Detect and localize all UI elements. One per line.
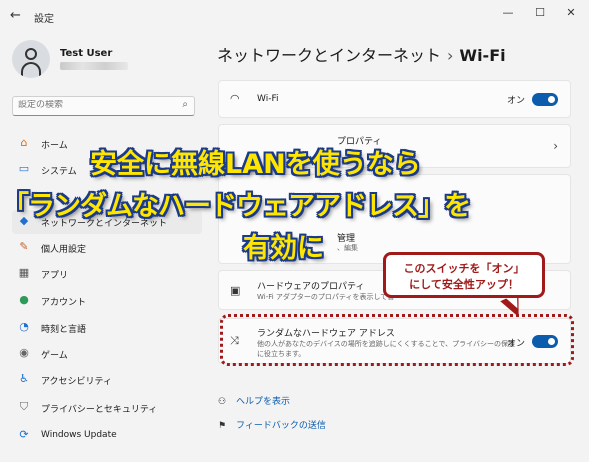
hardware-properties-title: ハードウェアのプロパティ [257, 282, 365, 292]
wifi-icon: ◠ [230, 92, 240, 105]
user-name: Test User [60, 48, 113, 59]
update-icon: ⟳ [19, 428, 29, 441]
hardware-properties-subtitle: Wi-Fi アダプターのプロパティを表示して管 [257, 293, 395, 301]
sidebar-item-apps[interactable]: ▦ アプリ [12, 262, 202, 286]
headline-line3: 有効に [243, 233, 324, 264]
shield-icon: ⛉ [19, 400, 29, 413]
headline-line1: 安全に無線LANを使うなら [90, 149, 421, 180]
accessibility-icon: ♿ [19, 372, 29, 385]
breadcrumb-separator: › [447, 46, 454, 65]
sidebar-item-label: アプリ [41, 271, 69, 281]
sidebar-item-accounts[interactable]: ● アカウント [12, 289, 202, 313]
sidebar-item-label: 個人用設定 [41, 245, 87, 255]
sidebar-item-personalization[interactable]: ✎ 個人用設定 [12, 236, 202, 260]
sidebar-item-privacy-security[interactable]: ⛉ プライバシーとセキュリティ [12, 396, 202, 420]
sidebar-item-windows-update[interactable]: ⟳ Windows Update [12, 424, 202, 448]
wifi-state-label: オン [506, 96, 525, 106]
wifi-toggle-card[interactable]: ◠ Wi-Fi オン [218, 80, 571, 118]
breadcrumb: ネットワークとインターネット › Wi-Fi [217, 42, 506, 66]
system-icon: ▭ [18, 162, 30, 175]
callout-line1: このスイッチを「オン」 [403, 262, 525, 275]
help-link[interactable]: ⚇ ヘルプを表示 [218, 394, 290, 407]
maximize-button[interactable]: ☐ [530, 6, 550, 19]
breadcrumb-parent[interactable]: ネットワークとインターネット [217, 46, 441, 65]
sidebar-item-label: アクセシビリティ [41, 377, 113, 387]
avatar-body-shape [21, 62, 41, 76]
sidebar-item-label: システム [41, 167, 77, 177]
headline-line2: 「ランダムなハードウェアアドレス」を [2, 191, 471, 222]
feedback-link-label: フィードバックの送信 [236, 421, 326, 431]
game-icon: ◉ [19, 346, 29, 359]
close-button[interactable]: ✕ [561, 6, 581, 19]
sidebar-item-label: Windows Update [41, 430, 117, 440]
search-input[interactable] [18, 100, 168, 110]
sidebar-item-label: ゲーム [41, 351, 68, 361]
sidebar-item-gaming[interactable]: ◉ ゲーム [12, 342, 202, 366]
minimize-button[interactable]: — [498, 6, 518, 19]
sidebar-item-time-language[interactable]: ◔ 時刻と言語 [12, 316, 202, 340]
back-arrow-icon[interactable]: ← [10, 8, 21, 23]
avatar[interactable] [12, 40, 50, 78]
wifi-title: Wi-Fi [257, 94, 279, 104]
help-link-label: ヘルプを表示 [236, 397, 291, 407]
user-email-redacted [60, 62, 128, 70]
apps-icon: ▦ [18, 266, 30, 279]
avatar-head-shape [25, 48, 37, 60]
feedback-link[interactable]: ⚑ フィードバックの送信 [218, 418, 326, 431]
title-bar: ← 設定 — ☐ ✕ [0, 0, 589, 34]
chip-icon: ▣ [230, 284, 241, 297]
sidebar-item-label: ホーム [41, 141, 68, 151]
callout-line2: にして安全性アップ！ [409, 278, 519, 291]
home-icon: ⌂ [20, 136, 28, 149]
sidebar-item-label: アカウント [41, 298, 87, 308]
search-icon[interactable]: ⌕ [182, 99, 188, 110]
feedback-icon: ⚑ [218, 421, 227, 431]
chevron-right-icon: › [553, 139, 558, 153]
page-title: Wi-Fi [459, 46, 506, 65]
manage-subtitle: 、編集 [337, 244, 358, 252]
app-title: 設定 [34, 14, 54, 25]
time-icon: ◔ [19, 320, 29, 333]
brush-icon: ✎ [19, 240, 29, 253]
sidebar-item-label: プライバシーとセキュリティ [41, 405, 158, 415]
account-icon: ● [19, 293, 29, 306]
sidebar-item-accessibility[interactable]: ♿ アクセシビリティ [12, 368, 202, 392]
help-icon: ⚇ [218, 397, 227, 407]
annotation-callout: このスイッチを「オン」 にして安全性アップ！ [383, 252, 545, 298]
sidebar-item-label: 時刻と言語 [41, 325, 87, 335]
settings-search-box[interactable]: ⌕ [12, 96, 195, 116]
highlight-frame [220, 314, 574, 366]
wifi-toggle-switch[interactable] [532, 93, 558, 106]
